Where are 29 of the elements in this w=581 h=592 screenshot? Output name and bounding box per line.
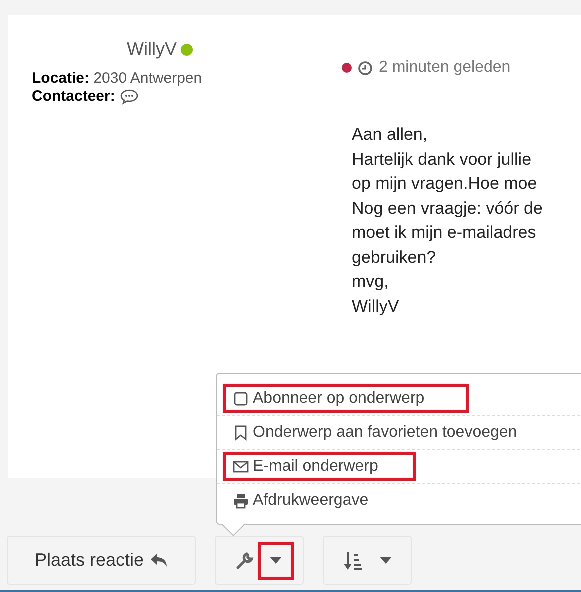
post-time: 2 minuten geleden bbox=[379, 59, 511, 77]
wrench-icon bbox=[236, 552, 254, 570]
sort-button[interactable] bbox=[323, 536, 412, 585]
post-text-line: gebruiken? bbox=[352, 246, 438, 268]
post-text-line: Aan allen, bbox=[352, 124, 429, 146]
menu-item[interactable]: Onderwerp aan favorieten toevoegen bbox=[217, 416, 581, 450]
reply-button[interactable]: Plaats reactie bbox=[7, 536, 196, 585]
reply-arrow-icon bbox=[150, 553, 168, 568]
post-text-line: WillyV bbox=[352, 296, 400, 318]
speech-bubble-icon[interactable] bbox=[120, 89, 140, 105]
post-text-line: moet ik mijn e-mailadres bbox=[352, 222, 538, 244]
clock-icon bbox=[358, 60, 373, 76]
contact-label: Contacteer: bbox=[32, 88, 116, 106]
sort-order-icon bbox=[344, 550, 362, 570]
checkbox-icon bbox=[233, 390, 249, 406]
menu-item[interactable]: Abonneer op onderwerp bbox=[217, 382, 581, 416]
caret-icon bbox=[380, 557, 392, 564]
location-text: Locatie: 2030 Antwerpen bbox=[32, 70, 202, 88]
username[interactable]: WillyV bbox=[127, 39, 177, 60]
post-text-line: mvg, bbox=[352, 271, 390, 293]
bookmark-icon bbox=[233, 424, 249, 440]
post-text-line: op mijn vragen.Hoe moe bbox=[352, 173, 538, 195]
envelope-icon bbox=[233, 458, 249, 474]
post-text-line: Nog een vraagje: vóór de bbox=[352, 198, 543, 220]
dropdown-caret[interactable] bbox=[258, 542, 294, 580]
printer-icon bbox=[233, 493, 249, 509]
menu-item[interactable]: E-mail onderwerp bbox=[217, 450, 581, 484]
post-text-line: Hartelijk dank voor jullie bbox=[352, 148, 533, 170]
tools-button[interactable] bbox=[215, 536, 304, 585]
